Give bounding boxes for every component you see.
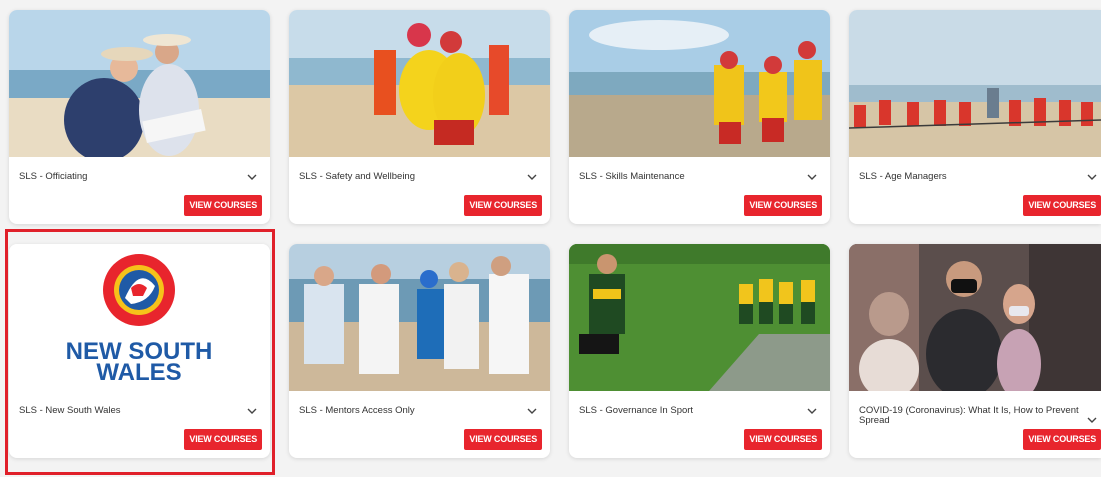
view-courses-button[interactable]: VIEW COURSES [1023,195,1101,216]
view-courses-button[interactable]: VIEW COURSES [1023,429,1101,450]
course-title: SLS - Age Managers [859,171,947,182]
course-card-age-managers[interactable]: SLS - Age Managers VIEW COURSES [849,10,1101,224]
course-title: SLS - Governance In Sport [579,405,694,416]
course-image [849,244,1101,391]
course-card-officiating[interactable]: SLS - Officiating VIEW COURSES [9,10,270,224]
course-card-safety-wellbeing[interactable]: SLS - Safety and Wellbeing VIEW COURSES [289,10,550,224]
chevron-down-icon[interactable] [1086,171,1098,183]
course-image [849,10,1101,157]
course-card-governance[interactable]: SLS - Governance In Sport VIEW COURSES [569,244,830,458]
course-card-skills-maintenance[interactable]: SLS - Skills Maintenance VIEW COURSES [569,10,830,224]
view-courses-button[interactable]: VIEW COURSES [184,195,262,216]
chevron-down-icon[interactable] [526,405,538,417]
view-courses-button[interactable]: VIEW COURSES [744,195,822,216]
course-image [569,244,830,391]
course-image [9,10,270,157]
course-title: SLS - Skills Maintenance [579,171,685,182]
chevron-down-icon[interactable] [526,171,538,183]
chevron-down-icon[interactable] [806,405,818,417]
selection-highlight [5,229,275,475]
course-title: SLS - Mentors Access Only [299,405,415,416]
course-title: COVID-19 (Coronavirus): What It Is, How … [859,405,1079,426]
course-image [289,244,550,391]
chevron-down-icon[interactable] [1086,414,1098,426]
course-title: SLS - Safety and Wellbeing [299,171,416,182]
course-title: SLS - Officiating [19,171,88,182]
view-courses-button[interactable]: VIEW COURSES [464,429,542,450]
chevron-down-icon[interactable] [246,171,258,183]
course-image [289,10,550,157]
course-image [569,10,830,157]
chevron-down-icon[interactable] [806,171,818,183]
course-card-mentors[interactable]: SLS - Mentors Access Only VIEW COURSES [289,244,550,458]
view-courses-button[interactable]: VIEW COURSES [464,195,542,216]
view-courses-button[interactable]: VIEW COURSES [744,429,822,450]
course-card-covid-19[interactable]: COVID-19 (Coronavirus): What It Is, How … [849,244,1101,458]
